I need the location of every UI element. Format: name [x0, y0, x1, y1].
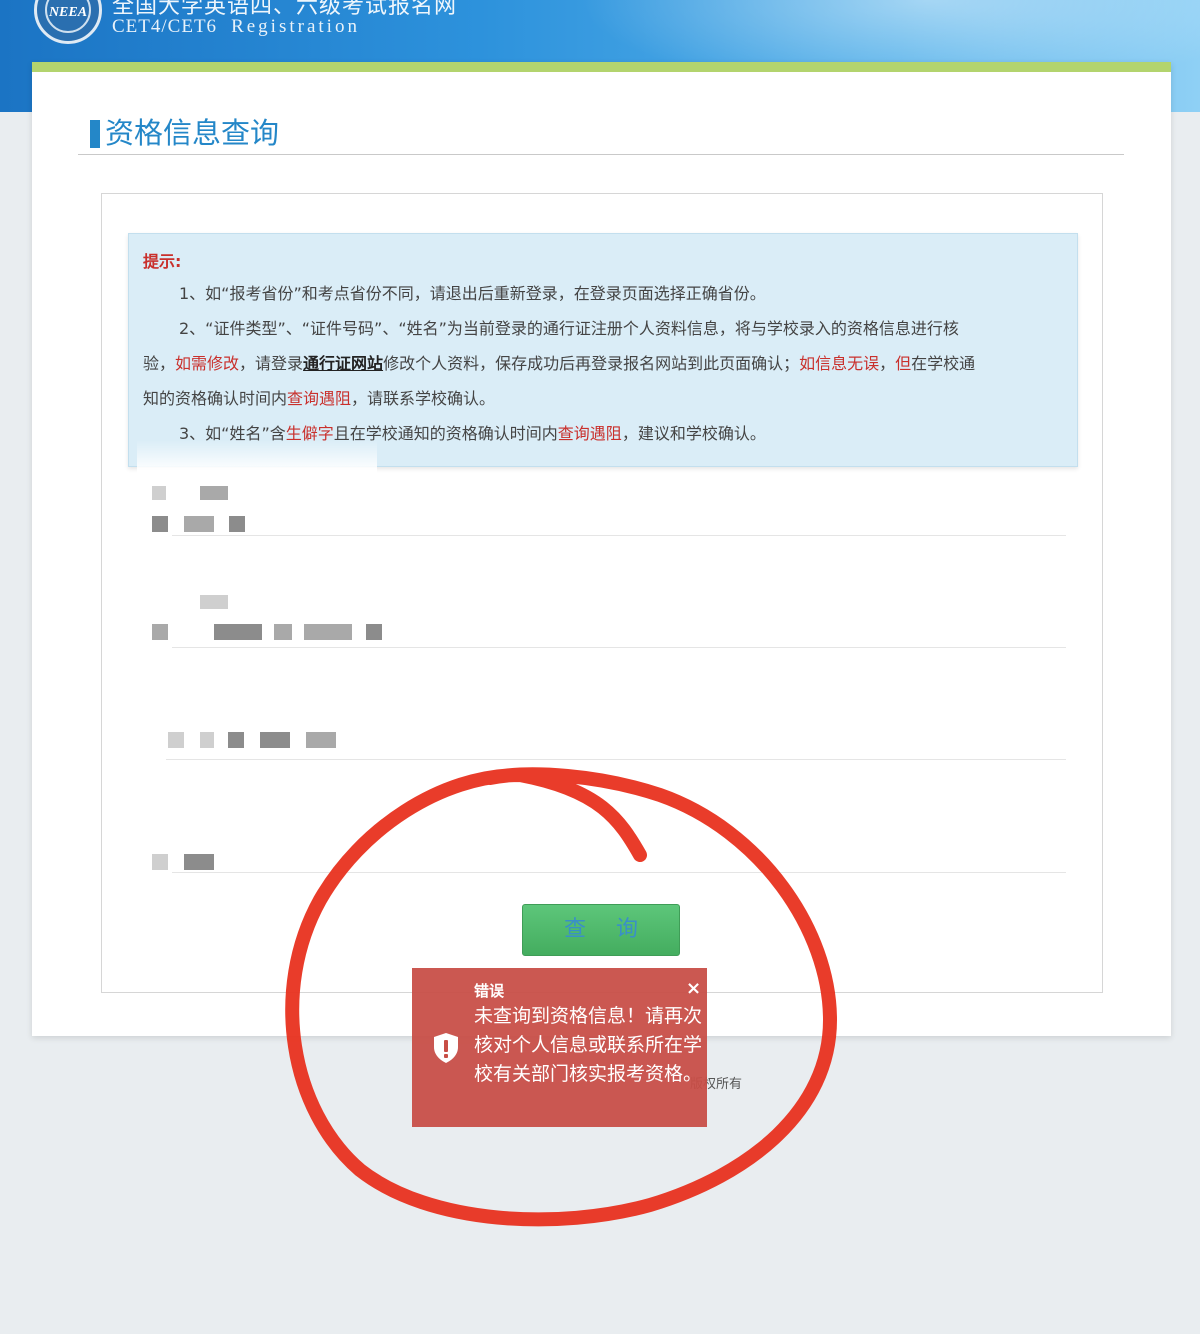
notice-text: 验， [143, 354, 176, 373]
error-toast: 错误 × 未查询到资格信息！请再次核对个人信息或联系所在学校有关部门核实报考资格… [412, 968, 707, 1127]
blurred-value [168, 732, 184, 748]
blurred-value [200, 732, 214, 748]
page-title: 资格信息查询 [105, 116, 280, 150]
shield-warning-icon [434, 1033, 458, 1063]
toast-title: 错误 [474, 982, 505, 1000]
neea-logo-icon[interactable]: NEEA [34, 0, 102, 44]
notice-item-2-line-3: 知的资格确认时间内查询遇阻，请联系学校确认。 [143, 387, 1068, 411]
notice-highlight: 但 [895, 354, 912, 373]
blurred-value [304, 624, 352, 640]
notice-highlight: 如需修改 [175, 354, 240, 373]
notice-item-1: 1、如“报考省份”和考点省份不同，请退出后重新登录，在登录页面选择正确省份。 [179, 284, 766, 303]
blurred-value [152, 854, 168, 870]
notice-text: 在学校通 [911, 354, 976, 373]
notice-highlight: 如信息无误 [799, 354, 880, 373]
row-divider [172, 535, 1066, 536]
row-divider [172, 647, 1066, 648]
notice-text: ， [879, 354, 896, 373]
passport-site-link[interactable]: 通行证网站 [303, 354, 383, 373]
notice-item-2-line-2: 验，如需修改，请登录通行证网站修改个人资料，保存成功后再登录报名网站到此页面确认… [143, 352, 1068, 376]
notice-highlight: 查询遇阻 [287, 389, 352, 408]
blurred-value [229, 516, 245, 532]
toast-message: 未查询到资格信息！请再次核对个人信息或联系所在学校有关部门核实报考资格。 [474, 1005, 703, 1085]
notice-text: ，建议和学校确认。 [621, 424, 766, 443]
blurred-value [274, 624, 292, 640]
site-subtitle-registration: Registration [231, 16, 360, 37]
logo-text: NEEA [48, 5, 88, 20]
blurred-value [214, 624, 262, 640]
title-marker [90, 120, 100, 148]
blurred-value [184, 854, 214, 870]
page: NEEA 全国大学英语四、六级考试报名网 CET4/CET6 Registrati… [0, 0, 1200, 1334]
query-button[interactable]: 查询 [522, 904, 680, 956]
blurred-value [228, 732, 244, 748]
blurred-value [152, 516, 168, 532]
blurred-value [152, 624, 168, 640]
row-divider [172, 872, 1066, 873]
card-top-bar [32, 62, 1171, 72]
close-icon[interactable]: × [686, 978, 701, 999]
notice-panel: 提示: 1、如“报考省份”和考点省份不同，请退出后重新登录，在登录页面选择正确省… [128, 233, 1078, 490]
blurred-label [200, 595, 228, 609]
notice-text: ，请联系学校确认。 [351, 389, 496, 408]
site-subtitle-cet: CET4/CET6 [112, 16, 218, 37]
blurred-value [184, 516, 214, 532]
row-divider [166, 759, 1066, 760]
title-divider [78, 154, 1124, 155]
notice-text: 知的资格确认时间内 [143, 389, 288, 408]
main-card: 资格信息查询 提示: 1、如“报考省份”和考点省份不同，请退出后重新登录，在登录… [32, 62, 1171, 1036]
blurred-value [306, 732, 336, 748]
blurred-label [152, 486, 166, 500]
notice-item-2-line-1: 2、“证件类型”、“证件号码”、“姓名”为当前登录的通行证注册个人资料信息，将与… [179, 319, 959, 338]
blur-overlay [137, 440, 377, 490]
site-subtitle: CET4/CET6 Registration [112, 16, 360, 38]
notice-highlight: 查询遇阻 [557, 424, 622, 443]
notice-text: ，请登录 [239, 354, 304, 373]
query-form-box: 提示: 1、如“报考省份”和考点省份不同，请退出后重新登录，在登录页面选择正确省… [101, 193, 1103, 993]
blurred-value [366, 624, 382, 640]
blurred-label [200, 486, 228, 500]
blurred-value [260, 732, 290, 748]
notice-title: 提示: [143, 252, 182, 271]
notice-text: 修改个人资料，保存成功后再登录报名网站到此页面确认； [383, 354, 800, 373]
